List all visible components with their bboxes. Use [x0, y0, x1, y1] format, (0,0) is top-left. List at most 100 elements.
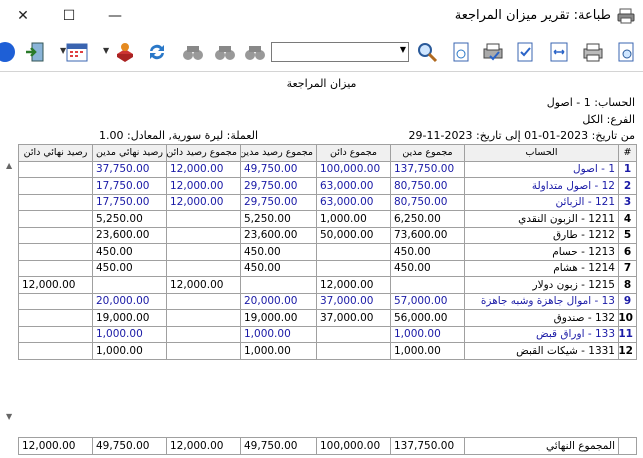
final-debit-cell: 450.00 — [92, 243, 167, 261]
table-row[interactable]: 4 1211 - الزبون النقدي 6,250.00 1,000.00 5,2… — [18, 210, 637, 228]
title-bar: طباعة: تقرير ميزان المراجعة ✕ ☐ — — [0, 0, 643, 32]
column-header[interactable]: رصيد نهائي دائن — [18, 144, 93, 162]
table-row[interactable]: 8 1215 - زبون دولار 12,000.00 12,000.00 12,0… — [18, 276, 637, 294]
refresh-button[interactable] — [144, 39, 170, 65]
balance-debit-cell: 23,600.00 — [240, 226, 317, 244]
column-header[interactable]: مجموع دائن — [316, 144, 391, 162]
debit-cell — [390, 276, 465, 294]
chevron-down-icon[interactable]: ▼ — [103, 46, 111, 56]
row-index: 11 — [618, 325, 637, 343]
vertical-scrollbar[interactable]: ▲ ▼ — [4, 161, 18, 421]
row-index: 6 — [618, 243, 637, 261]
credit-cell: 12,000.00 — [316, 276, 391, 294]
account-cell: 13 - اموال جاهزة وشبه جاهزة — [464, 292, 619, 310]
close-button[interactable]: ✕ — [0, 0, 46, 32]
column-header[interactable]: مجموع مدين — [390, 144, 465, 162]
final-debit-cell: 1,000.00 — [92, 325, 167, 343]
account-cell: 12 - اصول متداولة — [464, 177, 619, 195]
table-row[interactable]: 7 1214 - هشام 450.00 450.00 450.00 — [18, 259, 637, 277]
scroll-up-icon[interactable]: ▲ — [6, 161, 12, 170]
search-icon — [418, 43, 438, 63]
maximize-button[interactable]: ☐ — [46, 0, 92, 32]
debit-cell: 57,000.00 — [390, 292, 465, 310]
account-cell: 1 - اصول — [464, 160, 619, 178]
binoculars-button-1 — [180, 39, 206, 65]
debit-cell: 1,000.00 — [390, 342, 465, 360]
final-credit-cell — [18, 259, 93, 277]
column-header[interactable]: مجموع رصيد دائن — [166, 144, 241, 162]
column-header[interactable]: مجموع رصيد مدين — [240, 144, 317, 162]
chevron-down-icon[interactable]: ▼ — [400, 45, 406, 54]
account-cell: 1213 - حسام — [464, 243, 619, 261]
total-balance-credit: 12,000.00 — [166, 437, 241, 455]
credit-cell: 100,000.00 — [316, 160, 391, 178]
printer-icon — [483, 43, 503, 61]
row-index: 3 — [618, 193, 637, 211]
window-title: طباعة: تقرير ميزان المراجعة — [454, 8, 611, 23]
print-check-button[interactable] — [480, 39, 506, 65]
final-debit-cell: 37,750.00 — [92, 160, 167, 178]
checklist-button[interactable] — [512, 39, 538, 65]
balance-credit-cell: 12,000.00 — [166, 177, 241, 195]
report-title: ميزان المراجعة — [286, 77, 357, 90]
credit-cell: 37,000.00 — [316, 309, 391, 327]
scroll-down-icon[interactable]: ▼ — [6, 412, 12, 421]
table-row[interactable]: 6 1213 - حسام 450.00 450.00 450.00 — [18, 243, 637, 261]
final-credit-cell — [18, 325, 93, 343]
table-row[interactable]: 2 12 - اصول متداولة 80,750.00 63,000.00 29,7… — [18, 177, 637, 195]
balance-credit-cell — [166, 309, 241, 327]
table-row[interactable]: 3 121 - الزبائن 80,750.00 63,000.00 29,750.0… — [18, 193, 637, 211]
row-index: 5 — [618, 226, 637, 244]
trial-balance-table: # الحساب مجموع مدين مجموع دائن مجموع رصي… — [18, 144, 637, 360]
minimize-icon: — — [108, 8, 122, 24]
fit-width-button[interactable] — [546, 39, 572, 65]
debit-cell: 80,750.00 — [390, 193, 465, 211]
column-header[interactable]: رصيد نهائي مدين — [92, 144, 167, 162]
exit-button[interactable] — [22, 39, 48, 65]
credit-cell: 1,000.00 — [316, 210, 391, 228]
page-setup-button[interactable] — [613, 39, 639, 65]
exit-icon — [26, 42, 44, 62]
search-button[interactable] — [414, 39, 440, 65]
account-cell: 1215 - زبون دولار — [464, 276, 619, 294]
account-cell: 132 - صندوق — [464, 309, 619, 327]
final-credit-cell — [18, 292, 93, 310]
date-range-line: من تاريخ: 2023-01-01 إلى تاريخ: 2023-11-… — [408, 129, 635, 142]
table-row[interactable]: 9 13 - اموال جاهزة وشبه جاهزة 57,000.00 37,… — [18, 292, 637, 310]
balance-debit-cell: 1,000.00 — [240, 342, 317, 360]
printer-icon — [583, 43, 603, 62]
print-icon — [617, 7, 635, 25]
final-debit-cell: 17,750.00 — [92, 193, 167, 211]
balance-debit-cell: 1,000.00 — [240, 325, 317, 343]
minimize-button[interactable]: — — [92, 0, 138, 32]
fit-width-icon — [550, 42, 568, 62]
table-row[interactable]: 12 1331 - شيكات القبض 1,000.00 1,000.00 1,00… — [18, 342, 637, 360]
table-row[interactable]: 5 1212 - طارق 73,600.00 50,000.00 23,600.00 2… — [18, 226, 637, 244]
table-row[interactable]: 11 133 - اوراق قبض 1,000.00 1,000.00 1,000.0… — [18, 325, 637, 343]
final-credit-cell — [18, 342, 93, 360]
final-credit-cell — [18, 243, 93, 261]
column-header[interactable]: # — [618, 144, 637, 162]
debit-cell: 450.00 — [390, 259, 465, 277]
table-row[interactable]: 11 - اصول 137,750.00 100,000.00 49,750.00 12… — [18, 160, 637, 178]
print-button[interactable] — [580, 39, 606, 65]
totals-label: المجموع النهائي — [464, 437, 619, 455]
row-index: 1 — [618, 160, 637, 178]
chevron-down-icon[interactable]: ▼ — [60, 46, 68, 56]
credit-cell: 63,000.00 — [316, 193, 391, 211]
row-index: 4 — [618, 210, 637, 228]
credit-cell — [316, 342, 391, 360]
branch-line: الفرع: الكل — [582, 113, 635, 126]
search-combobox[interactable]: ▼ — [271, 42, 409, 62]
page-setup-icon — [618, 42, 634, 62]
info-button[interactable] — [0, 39, 18, 65]
debit-cell: 80,750.00 — [390, 177, 465, 195]
column-header[interactable]: الحساب — [464, 144, 619, 162]
table-row[interactable]: 10 132 - صندوق 56,000.00 37,000.00 19,000.00… — [18, 309, 637, 327]
balance-credit-cell: 12,000.00 — [166, 276, 241, 294]
export-button[interactable] — [112, 39, 138, 65]
final-credit-cell — [18, 177, 93, 195]
totals-table: المجموع النهائي 137,750.00 100,000.00 49… — [18, 437, 637, 455]
balance-credit-cell — [166, 292, 241, 310]
page-button[interactable] — [448, 39, 474, 65]
